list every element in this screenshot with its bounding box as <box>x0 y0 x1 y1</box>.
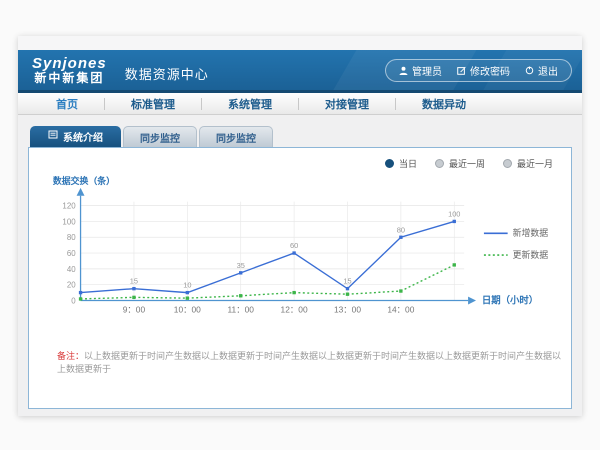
tab-system-intro[interactable]: 系统介绍 <box>30 126 121 147</box>
footnote: 备注：以上数据更新于时间产生数据以上数据更新于时间产生数据以上数据更新于时间产生… <box>57 349 565 375</box>
chart-wrapper: 0 20 40 60 80 100 120 9：00 10：00 11：00 12：00 13：00 1… <box>41 172 565 325</box>
svg-text:新增数据: 新增数据 <box>513 227 549 238</box>
app-header: Synjones 新中新集团 数据资源中心 管理员 修改密码 退出 <box>18 50 582 93</box>
svg-text:数据交换（条）: 数据交换（条） <box>53 175 115 186</box>
svg-text:10：00: 10：00 <box>174 304 201 314</box>
svg-text:100: 100 <box>448 209 460 218</box>
svg-text:14：00: 14：00 <box>387 304 414 314</box>
app-window: Synjones 新中新集团 数据资源中心 管理员 修改密码 退出 <box>18 36 582 416</box>
radio-today[interactable]: 当日 <box>385 157 417 170</box>
radio-label: 最近一月 <box>517 157 553 170</box>
document-icon <box>48 130 58 143</box>
company-logo: Synjones 新中新集团 <box>32 56 107 84</box>
content-area: 系统介绍 同步监控 同步监控 当日 最近一周 <box>18 115 582 409</box>
svg-text:更新数据: 更新数据 <box>513 249 549 260</box>
window-top-strip <box>18 36 582 50</box>
nav-item-standard-mgmt[interactable]: 标准管理 <box>105 96 201 112</box>
tab-sync-monitor-2[interactable]: 同步监控 <box>199 126 273 147</box>
svg-text:120: 120 <box>62 202 76 211</box>
tab-sync-monitor-1[interactable]: 同步监控 <box>123 126 197 147</box>
svg-text:80: 80 <box>67 233 76 242</box>
logo-english: Synjones <box>32 56 107 72</box>
svg-text:60: 60 <box>67 249 76 258</box>
nav-item-interface-mgmt[interactable]: 对接管理 <box>299 96 395 112</box>
tab-bar: 系统介绍 同步监控 同步监控 <box>28 126 572 147</box>
header-decoration <box>322 50 482 93</box>
svg-text:12：00: 12：00 <box>281 304 308 314</box>
page-title: 数据资源中心 <box>125 64 209 83</box>
svg-text:13：00: 13：00 <box>334 304 361 314</box>
nav-item-data-change[interactable]: 数据异动 <box>396 96 492 112</box>
svg-text:15: 15 <box>130 277 138 286</box>
radio-last-month[interactable]: 最近一月 <box>503 157 553 170</box>
svg-text:20: 20 <box>67 281 76 290</box>
svg-text:日期（小时）: 日期（小时） <box>482 294 538 305</box>
svg-text:11：00: 11：00 <box>227 304 254 314</box>
radio-label: 最近一周 <box>449 157 485 170</box>
svg-text:15: 15 <box>343 277 351 286</box>
footnote-text: 以上数据更新于时间产生数据以上数据更新于时间产生数据以上数据更新于时间产生数据以… <box>57 351 561 374</box>
time-range-filter: 当日 最近一周 最近一月 <box>35 154 565 170</box>
svg-text:100: 100 <box>62 217 76 226</box>
tab-label: 系统介绍 <box>63 129 103 144</box>
logo-chinese: 新中新集团 <box>32 72 107 85</box>
tab-label: 同步监控 <box>140 130 180 145</box>
svg-text:0: 0 <box>71 296 76 305</box>
radio-dot-icon <box>503 159 512 168</box>
exchange-chart: 0 20 40 60 80 100 120 9：00 10：00 11：00 12：00 13：00 1… <box>41 172 565 320</box>
svg-text:80: 80 <box>397 225 405 234</box>
nav-item-system-mgmt[interactable]: 系统管理 <box>202 96 298 112</box>
radio-dot-icon <box>435 159 444 168</box>
svg-text:9：00: 9：00 <box>123 304 146 314</box>
svg-text:60: 60 <box>290 241 298 250</box>
svg-text:40: 40 <box>67 265 76 274</box>
radio-dot-icon <box>385 159 394 168</box>
svg-text:35: 35 <box>237 261 245 270</box>
radio-last-week[interactable]: 最近一周 <box>435 157 485 170</box>
svg-text:10: 10 <box>183 281 191 290</box>
tab-label: 同步监控 <box>216 130 256 145</box>
footnote-prefix: 备注： <box>57 351 84 361</box>
main-nav: 首页 标准管理 系统管理 对接管理 数据异动 <box>18 93 582 115</box>
chart-panel: 当日 最近一周 最近一月 0 20 40 60 80 100 120 9：00 10：00 11：… <box>28 147 572 409</box>
nav-item-home[interactable]: 首页 <box>30 96 104 112</box>
radio-label: 当日 <box>399 157 417 170</box>
